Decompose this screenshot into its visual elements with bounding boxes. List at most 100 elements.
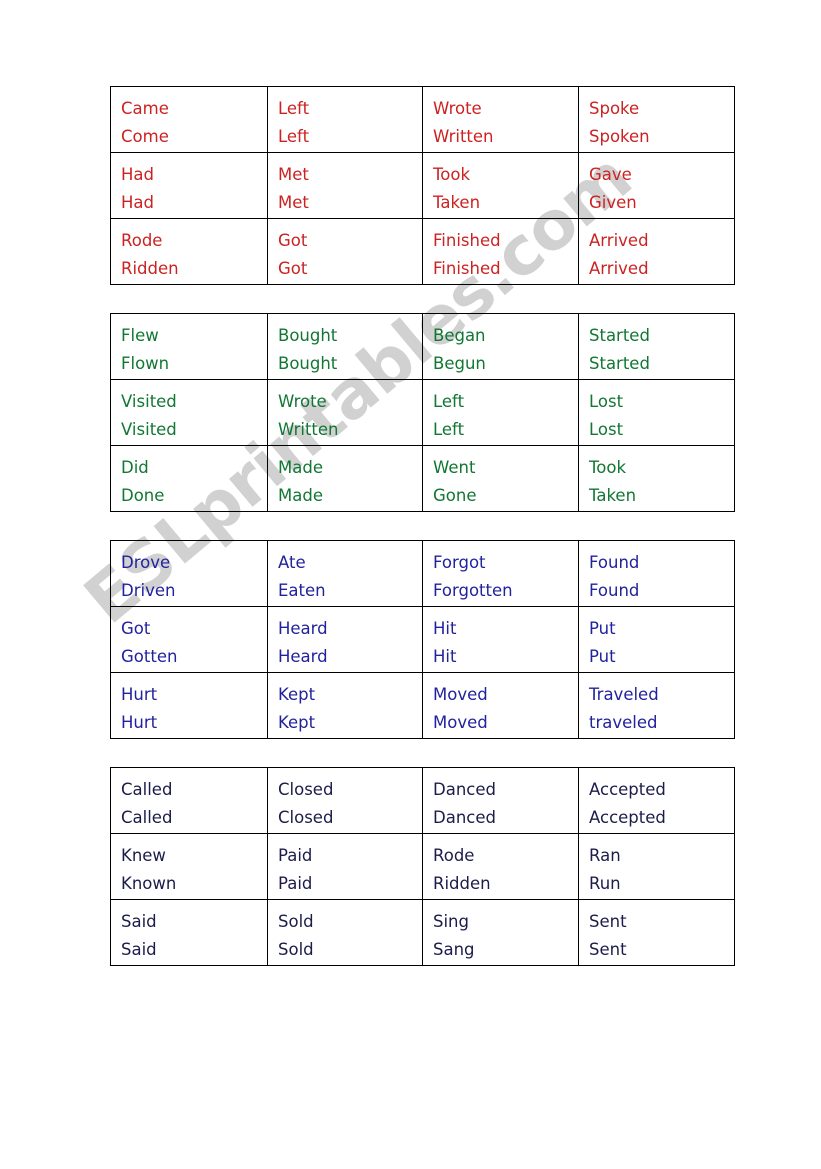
table-row: Visited Visited Wrote Written Left Left … bbox=[110, 379, 735, 446]
verb-card[interactable]: Went Gone bbox=[422, 445, 579, 512]
verb-card[interactable]: Hurt Hurt bbox=[110, 672, 268, 739]
participle-form: Danced bbox=[433, 808, 496, 827]
verb-card[interactable]: Did Done bbox=[110, 445, 268, 512]
table-row: Had Had Met Met Took Taken Gave Given bbox=[110, 152, 735, 219]
participle-form: Visited bbox=[121, 420, 177, 439]
verb-card[interactable]: Got Got bbox=[267, 218, 423, 285]
past-form: Rode bbox=[433, 846, 475, 865]
participle-form: Left bbox=[433, 420, 465, 439]
verb-card[interactable]: Flew Flown bbox=[110, 313, 268, 380]
verb-table-red: Came Come Left Left Wrote Written Spoke … bbox=[110, 86, 735, 285]
past-form: Sent bbox=[589, 912, 627, 931]
verb-card[interactable]: Wrote Written bbox=[422, 86, 579, 153]
verb-card[interactable]: Bought Bought bbox=[267, 313, 423, 380]
verb-card[interactable]: Took Taken bbox=[578, 445, 735, 512]
past-form: Bought bbox=[278, 326, 338, 345]
participle-form: Known bbox=[121, 874, 177, 893]
verb-card[interactable]: Left Left bbox=[267, 86, 423, 153]
past-form: Put bbox=[589, 619, 616, 638]
past-form: Did bbox=[121, 458, 149, 477]
participle-form: Met bbox=[278, 193, 309, 212]
past-form: Wrote bbox=[433, 99, 482, 118]
past-form: Visited bbox=[121, 392, 177, 411]
worksheet-body: Came Come Left Left Wrote Written Spoke … bbox=[110, 86, 735, 966]
verb-card[interactable]: Ate Eaten bbox=[267, 540, 423, 607]
table-row: Got Gotten Heard Heard Hit Hit Put Put bbox=[110, 606, 735, 673]
verb-card[interactable]: Knew Known bbox=[110, 833, 268, 900]
participle-form: Driven bbox=[121, 581, 176, 600]
participle-form: Had bbox=[121, 193, 154, 212]
verb-card[interactable]: Made Made bbox=[267, 445, 423, 512]
verb-card[interactable]: Spoke Spoken bbox=[578, 86, 735, 153]
participle-form: Taken bbox=[433, 193, 481, 212]
verb-card[interactable]: Traveled traveled bbox=[578, 672, 735, 739]
past-form: Sing bbox=[433, 912, 469, 931]
participle-form: Paid bbox=[278, 874, 313, 893]
past-form: Said bbox=[121, 912, 157, 931]
verb-card[interactable]: Ran Run bbox=[578, 833, 735, 900]
participle-form: Called bbox=[121, 808, 173, 827]
verb-card[interactable]: Put Put bbox=[578, 606, 735, 673]
past-form: Lost bbox=[589, 392, 624, 411]
participle-form: Made bbox=[278, 486, 323, 505]
verb-card[interactable]: Accepted Accepted bbox=[578, 767, 735, 834]
verb-card[interactable]: Lost Lost bbox=[578, 379, 735, 446]
verb-card[interactable]: Said Said bbox=[110, 899, 268, 966]
participle-form: Written bbox=[433, 127, 494, 146]
verb-card[interactable]: Found Found bbox=[578, 540, 735, 607]
past-form: Had bbox=[121, 165, 154, 184]
verb-card[interactable]: Sent Sent bbox=[578, 899, 735, 966]
verb-card[interactable]: Drove Driven bbox=[110, 540, 268, 607]
past-form: Began bbox=[433, 326, 486, 345]
verb-card[interactable]: Had Had bbox=[110, 152, 268, 219]
verb-card[interactable]: Came Come bbox=[110, 86, 268, 153]
participle-form: Accepted bbox=[589, 808, 666, 827]
past-form: Called bbox=[121, 780, 173, 799]
verb-card[interactable]: Gave Given bbox=[578, 152, 735, 219]
verb-card[interactable]: Heard Heard bbox=[267, 606, 423, 673]
participle-form: Ridden bbox=[433, 874, 491, 893]
participle-form: traveled bbox=[589, 713, 658, 732]
table-row: Hurt Hurt Kept Kept Moved Moved Traveled… bbox=[110, 672, 735, 739]
past-form: Paid bbox=[278, 846, 313, 865]
verb-card[interactable]: Sold Sold bbox=[267, 899, 423, 966]
participle-form: Arrived bbox=[589, 259, 649, 278]
verb-card[interactable]: Started Started bbox=[578, 313, 735, 380]
participle-form: Sent bbox=[589, 940, 627, 959]
verb-card[interactable]: Moved Moved bbox=[422, 672, 579, 739]
verb-card[interactable]: Got Gotten bbox=[110, 606, 268, 673]
verb-card[interactable]: Wrote Written bbox=[267, 379, 423, 446]
verb-card[interactable]: Visited Visited bbox=[110, 379, 268, 446]
verb-card[interactable]: Paid Paid bbox=[267, 833, 423, 900]
past-form: Knew bbox=[121, 846, 166, 865]
verb-card[interactable]: Danced Danced bbox=[422, 767, 579, 834]
verb-card[interactable]: Arrived Arrived bbox=[578, 218, 735, 285]
verb-card[interactable]: Sing Sang bbox=[422, 899, 579, 966]
verb-card[interactable]: Began Begun bbox=[422, 313, 579, 380]
verb-card[interactable]: Rode Ridden bbox=[110, 218, 268, 285]
past-form: Danced bbox=[433, 780, 496, 799]
past-form: Closed bbox=[278, 780, 334, 799]
verb-card[interactable]: Rode Ridden bbox=[422, 833, 579, 900]
table-row: Flew Flown Bought Bought Began Begun Sta… bbox=[110, 313, 735, 380]
participle-form: Started bbox=[589, 354, 650, 373]
past-form: Heard bbox=[278, 619, 328, 638]
verb-card[interactable]: Closed Closed bbox=[267, 767, 423, 834]
verb-card[interactable]: Met Met bbox=[267, 152, 423, 219]
participle-form: Given bbox=[589, 193, 637, 212]
verb-card[interactable]: Took Taken bbox=[422, 152, 579, 219]
verb-card[interactable]: Kept Kept bbox=[267, 672, 423, 739]
participle-form: Run bbox=[589, 874, 621, 893]
participle-form: Finished bbox=[433, 259, 501, 278]
verb-card[interactable]: Called Called bbox=[110, 767, 268, 834]
participle-form: Sang bbox=[433, 940, 475, 959]
table-row: Called Called Closed Closed Danced Dance… bbox=[110, 767, 735, 834]
past-form: Got bbox=[121, 619, 151, 638]
verb-card[interactable]: Forgot Forgotten bbox=[422, 540, 579, 607]
verb-card[interactable]: Hit Hit bbox=[422, 606, 579, 673]
verb-card[interactable]: Finished Finished bbox=[422, 218, 579, 285]
verb-card[interactable]: Left Left bbox=[422, 379, 579, 446]
participle-form: Hurt bbox=[121, 713, 158, 732]
table-row: Rode Ridden Got Got Finished Finished Ar… bbox=[110, 218, 735, 285]
past-form: Went bbox=[433, 458, 476, 477]
